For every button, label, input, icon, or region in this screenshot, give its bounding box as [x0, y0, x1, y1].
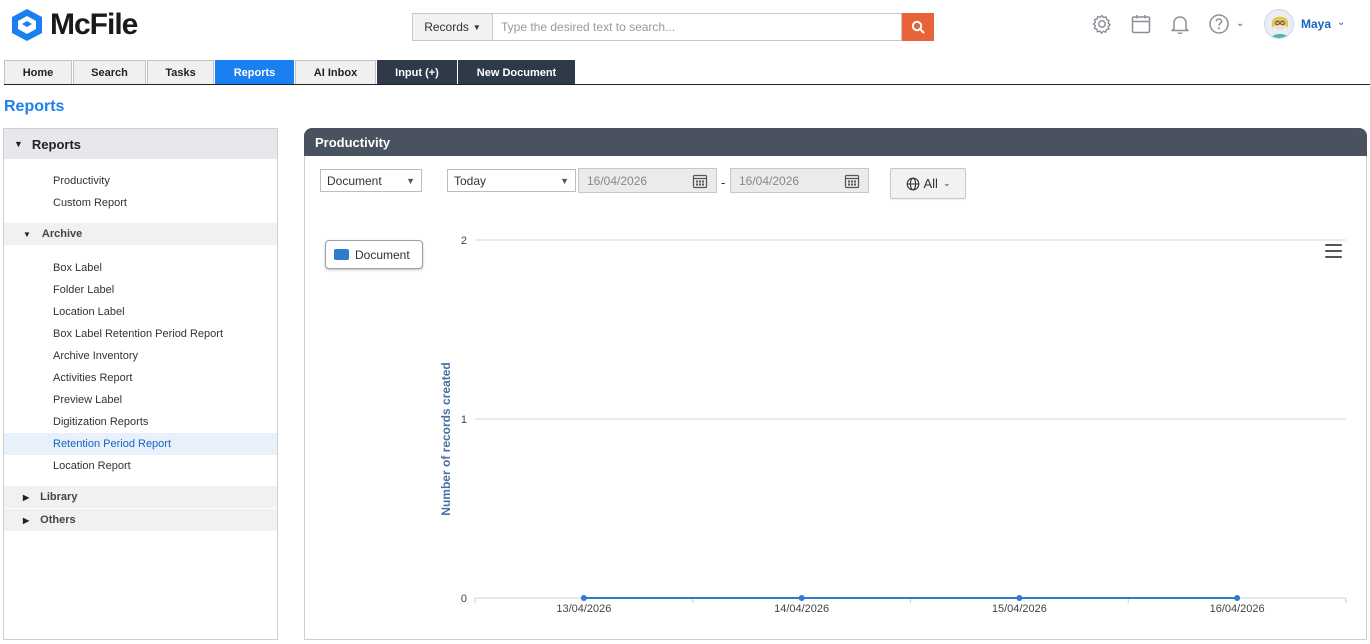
- tab-tasks[interactable]: Tasks: [147, 60, 214, 84]
- caret-down-icon: ▼: [472, 22, 481, 32]
- globe-icon: [906, 177, 919, 190]
- tabs-divider: [4, 84, 1370, 85]
- sidebar-header-label: Reports: [31, 136, 82, 152]
- search-button[interactable]: [902, 13, 934, 41]
- sidebar-header[interactable]: ▼ Reports: [4, 129, 277, 159]
- tab-search[interactable]: Search: [73, 60, 146, 84]
- triangle-right-icon: ▶: [23, 492, 30, 502]
- x-tick-label: 16/04/2026: [1210, 603, 1265, 615]
- tab-reports[interactable]: Reports: [215, 60, 294, 84]
- triangle-down-icon: ▼: [14, 139, 23, 149]
- brand-logo[interactable]: McFile: [10, 8, 138, 42]
- date-from-value: 16/04/2026: [587, 173, 648, 188]
- sidebar-item-custom-report[interactable]: Custom Report: [4, 192, 277, 214]
- x-tick-label: 14/04/2026: [774, 603, 829, 615]
- reports-sidebar: ▼ Reports Productivity Custom Report ▼ A…: [3, 128, 278, 640]
- sidebar-item-box-label[interactable]: Box Label: [4, 257, 277, 279]
- search-bar: Records ▼: [412, 13, 934, 41]
- date-separator: -: [721, 175, 726, 190]
- data-point: [580, 595, 587, 601]
- y-tick-label: 0: [461, 593, 467, 605]
- triangle-right-icon: ▶: [23, 515, 30, 525]
- scope-filter-button[interactable]: All ⌄: [890, 168, 966, 199]
- chevron-down-icon: ▼: [560, 175, 569, 186]
- chart-legend-item[interactable]: Document: [325, 240, 423, 269]
- brand-name: McFile: [50, 8, 138, 41]
- user-name[interactable]: Maya: [1301, 17, 1331, 31]
- sidebar-group-archive-label: Archive: [41, 228, 83, 240]
- date-from-field[interactable]: 16/04/2026: [578, 168, 717, 193]
- avatar[interactable]: [1264, 9, 1294, 39]
- sidebar-item-productivity[interactable]: Productivity: [4, 170, 277, 192]
- app-root: McFile Records ▼ Type the desired text t…: [0, 0, 1370, 644]
- search-icon: [911, 20, 925, 34]
- tab-ai-inbox[interactable]: AI Inbox: [295, 60, 376, 84]
- y-tick-label: 1: [461, 414, 467, 426]
- document-type-value: Document: [327, 173, 382, 188]
- chevron-down-icon: ▼: [406, 175, 415, 186]
- user-chevron-down-icon[interactable]: ⌄: [1337, 17, 1345, 28]
- notifications-button[interactable]: [1168, 12, 1192, 36]
- search-scope-label: Records: [424, 20, 469, 34]
- data-point: [1234, 595, 1241, 601]
- sidebar-item-location-label[interactable]: Location Label: [4, 301, 277, 323]
- sidebar-group-others-label: Others: [40, 514, 76, 526]
- sidebar-item-activities-report[interactable]: Activities Report: [4, 367, 277, 389]
- sidebar-item-archive-inventory[interactable]: Archive Inventory: [4, 345, 277, 367]
- sidebar-group-library-label: Library: [40, 491, 78, 503]
- tab-new-document[interactable]: New Document: [458, 60, 575, 84]
- calendar-icon: [692, 174, 708, 188]
- sidebar-group-library[interactable]: ▶ Library: [4, 486, 277, 508]
- sidebar-item-retention-period-report[interactable]: Retention Period Report: [4, 433, 277, 455]
- sidebar-group-archive[interactable]: ▼ Archive: [4, 223, 277, 245]
- help-chevron-down-icon[interactable]: ⌄: [1236, 18, 1244, 29]
- y-tick-label: 2: [461, 235, 467, 247]
- date-range-select[interactable]: Today ▼: [447, 169, 576, 192]
- help-icon: [1209, 14, 1229, 34]
- settings-button[interactable]: [1090, 12, 1114, 36]
- sidebar-item-folder-label[interactable]: Folder Label: [4, 279, 277, 301]
- chart-menu-icon[interactable]: [1325, 244, 1342, 258]
- help-button[interactable]: [1207, 12, 1231, 36]
- y-axis-label: Number of records created: [439, 362, 453, 515]
- sidebar-item-preview-label[interactable]: Preview Label: [4, 389, 277, 411]
- page-title: Reports: [4, 98, 65, 115]
- data-point: [798, 595, 805, 601]
- productivity-chart: 0 1 2 13/04/2026 14/04/2026 15/04/2026 16/04/2…: [439, 235, 1347, 615]
- triangle-down-icon: ▼: [23, 229, 31, 239]
- document-type-select[interactable]: Document ▼: [320, 169, 422, 192]
- sidebar-item-digitization-reports[interactable]: Digitization Reports: [4, 411, 277, 433]
- x-tick-label: 15/04/2026: [992, 603, 1047, 615]
- sidebar-group-others[interactable]: ▶ Others: [4, 509, 277, 531]
- scope-filter-label: All: [923, 176, 938, 191]
- sidebar-item-box-label-retention[interactable]: Box Label Retention Period Report: [4, 323, 277, 345]
- user-avatar-icon: [1270, 16, 1290, 38]
- main-tabs: Home Search Tasks Reports AI Inbox Input…: [4, 60, 576, 84]
- date-to-value: 16/04/2026: [739, 173, 800, 188]
- search-input[interactable]: [493, 13, 902, 41]
- tab-input[interactable]: Input (+): [377, 60, 457, 84]
- sidebar-item-location-report[interactable]: Location Report: [4, 455, 277, 477]
- data-point: [1016, 595, 1023, 601]
- gear-icon: [1092, 14, 1111, 34]
- x-tick-label: 13/04/2026: [556, 603, 611, 615]
- calendar-icon: [844, 174, 860, 188]
- bell-icon: [1171, 16, 1189, 35]
- chevron-down-icon: ⌄: [942, 178, 951, 188]
- calendar-button[interactable]: [1129, 12, 1153, 36]
- legend-label: Document: [355, 247, 410, 262]
- panel-title: Productivity: [304, 128, 1367, 156]
- calendar-icon: [1131, 15, 1151, 34]
- date-to-field[interactable]: 16/04/2026: [730, 168, 869, 193]
- legend-swatch: [334, 249, 349, 260]
- search-scope-dropdown[interactable]: Records ▼: [412, 13, 493, 41]
- logo-icon: [12, 9, 42, 41]
- date-range-value: Today: [454, 173, 487, 188]
- tab-home[interactable]: Home: [4, 60, 72, 84]
